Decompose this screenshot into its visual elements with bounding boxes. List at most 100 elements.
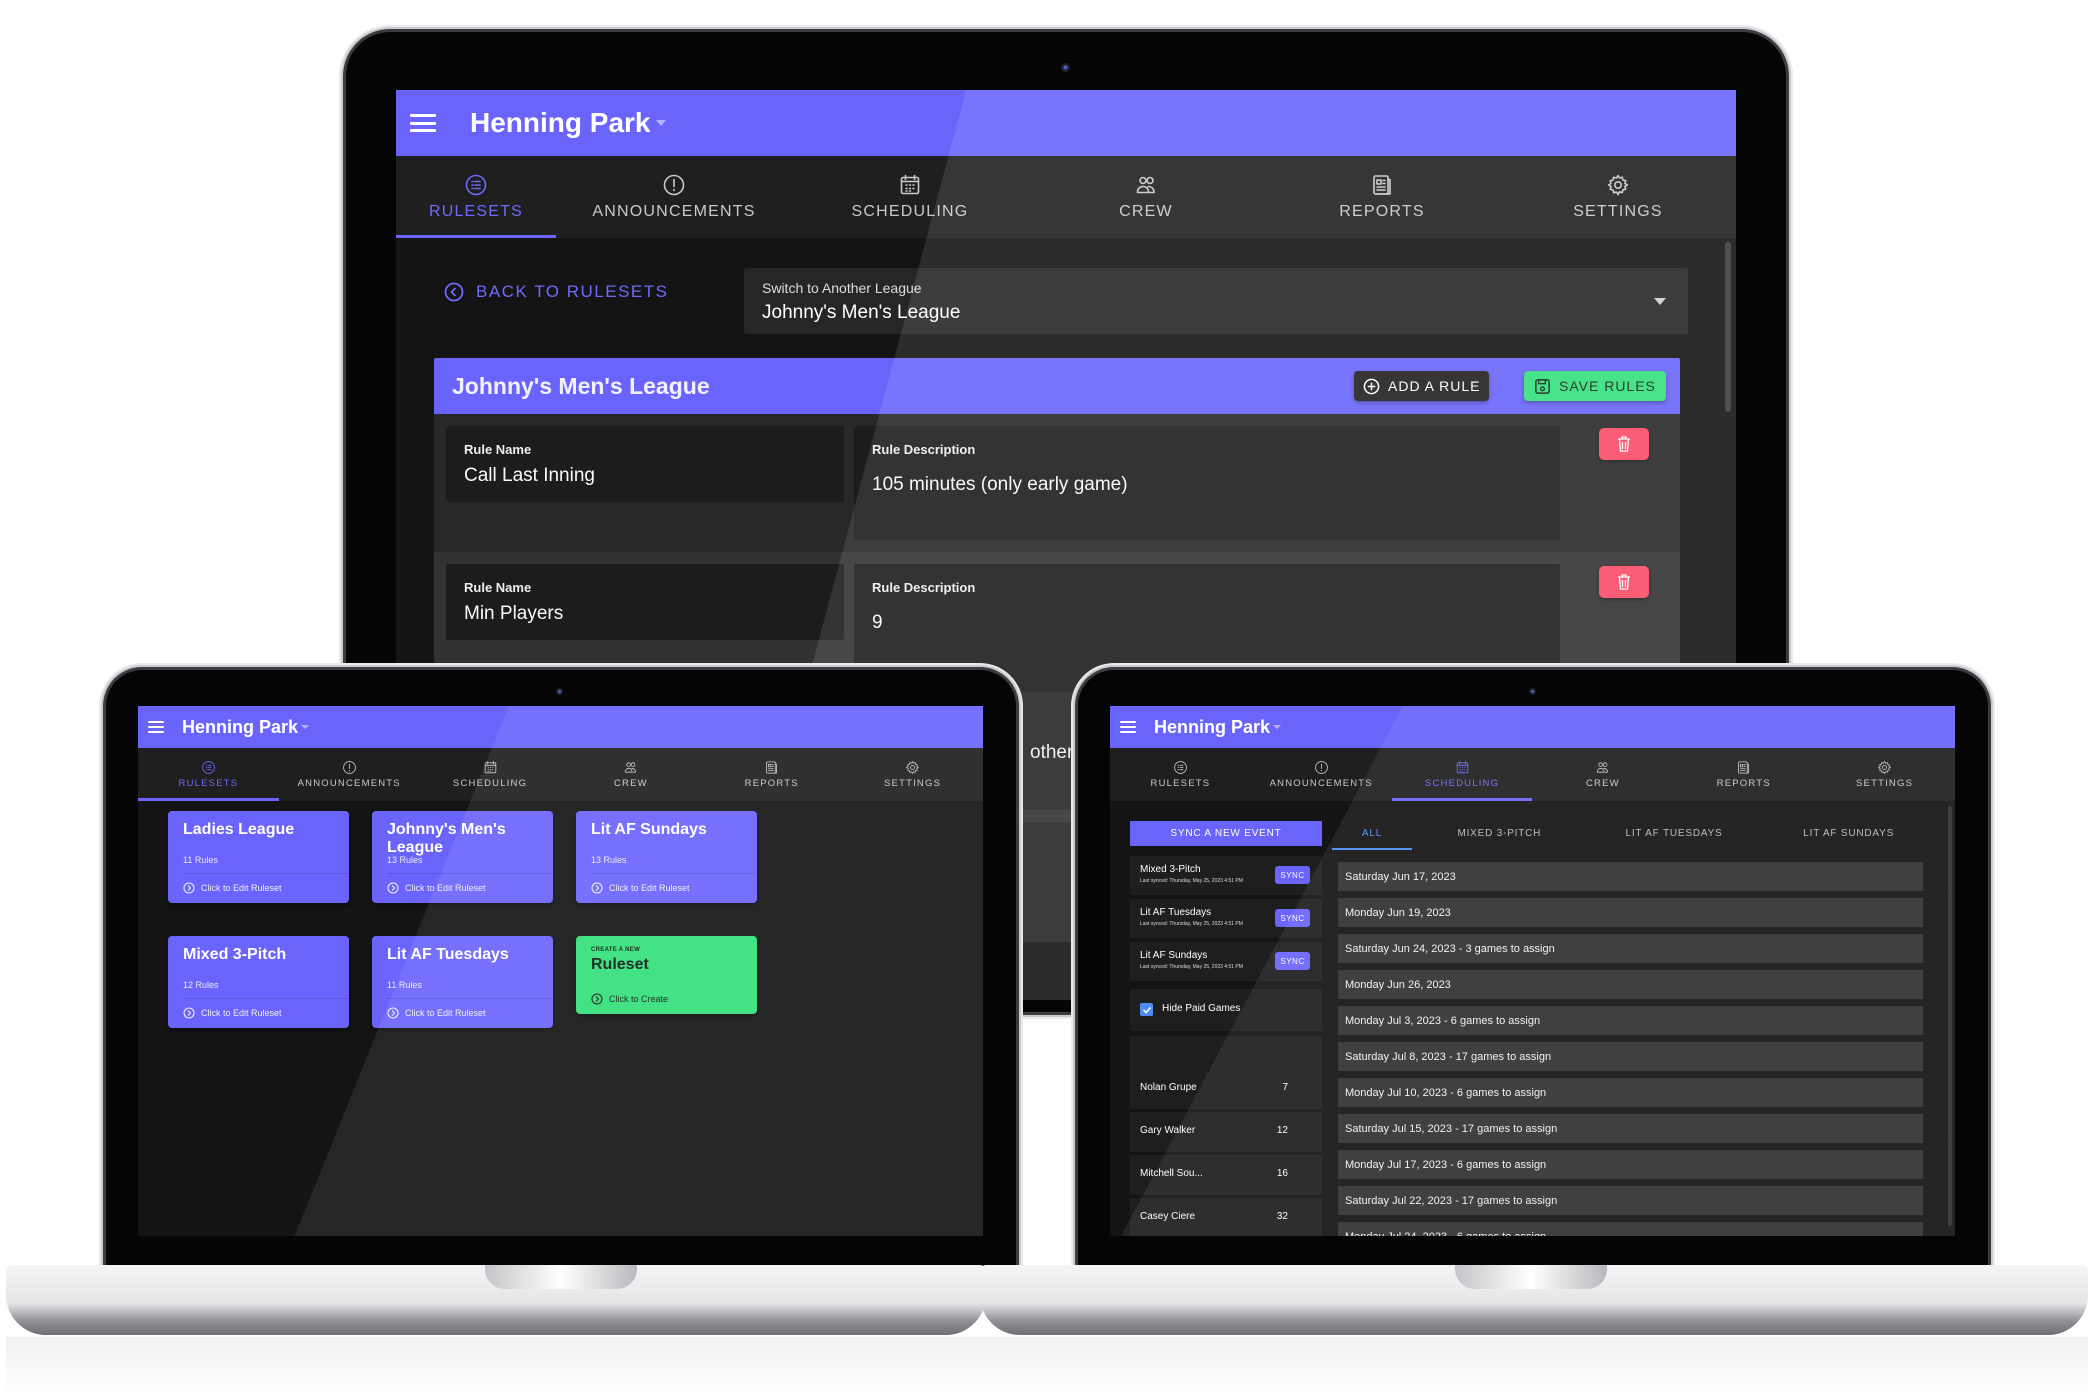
tab-rulesets[interactable]: RULESETS bbox=[138, 748, 279, 801]
tab-rulesets[interactable]: RULESETS bbox=[396, 156, 556, 238]
tab-label: REPORTS bbox=[1339, 203, 1425, 220]
filter-tab-mixed-3-pitch[interactable]: MIXED 3-PITCH bbox=[1412, 820, 1587, 850]
save-rules-button[interactable]: SAVE RULES bbox=[1524, 371, 1666, 401]
back-to-rulesets-link[interactable]: BACK TO RULESETS bbox=[444, 282, 668, 302]
edit-ruleset-link[interactable]: Click to Edit Ruleset bbox=[183, 1007, 282, 1019]
filter-tab-lit-af-sundays[interactable]: LIT AF SUNDAYS bbox=[1761, 820, 1936, 850]
tab-label: REPORTS bbox=[744, 778, 799, 789]
tab-scheduling[interactable]: SCHEDULING bbox=[1391, 748, 1533, 801]
league-title: Johnny's Men's League bbox=[452, 372, 710, 399]
venue-switcher[interactable]: Henning Park bbox=[470, 107, 667, 139]
tab-rulesets[interactable]: RULESETS bbox=[1110, 748, 1251, 801]
add-rule-button[interactable]: ADD A RULE bbox=[1354, 371, 1490, 401]
schedule-date-row[interactable]: Saturday Jul 15, 2023 - 17 games to assi… bbox=[1338, 1114, 1923, 1143]
schedule-date-row[interactable]: Monday Jul 10, 2023 - 6 games to assign bbox=[1338, 1078, 1923, 1107]
sync-new-event-button[interactable]: SYNC A NEW EVENT bbox=[1130, 821, 1322, 846]
schedule-date-row[interactable]: Saturday Jul 22, 2023 - 17 games to assi… bbox=[1338, 1186, 1923, 1215]
tab-crew[interactable]: CREW bbox=[560, 748, 701, 801]
sync-button[interactable]: SYNC bbox=[1275, 952, 1310, 970]
event-name: Lit AF Tuesdays bbox=[1140, 907, 1212, 918]
people-icon bbox=[625, 762, 637, 773]
add-rule-label: ADD A RULE bbox=[1388, 378, 1481, 394]
sync-label: SYNC bbox=[1280, 913, 1305, 923]
menu-icon[interactable] bbox=[410, 114, 436, 132]
delete-rule-button[interactable] bbox=[1599, 428, 1649, 460]
right-laptop-notch bbox=[1455, 1265, 1607, 1289]
scrollbar[interactable] bbox=[1948, 806, 1952, 1226]
tab-announcements[interactable]: ANNOUNCEMENTS bbox=[1251, 748, 1392, 801]
left-laptop-camera bbox=[556, 688, 563, 695]
delete-rule-button[interactable] bbox=[1599, 566, 1649, 598]
rule-name-field[interactable]: Rule Name Min Players bbox=[446, 564, 844, 640]
ruleset-card[interactable]: Mixed 3-Pitch 12 Rules Click to Edit Rul… bbox=[168, 936, 349, 1028]
tab-scheduling[interactable]: SCHEDULING bbox=[792, 156, 1028, 238]
edit-ruleset-link[interactable]: Click to Edit Ruleset bbox=[183, 882, 282, 894]
gear-icon bbox=[906, 761, 919, 774]
schedule-date-row[interactable]: Monday Jul 3, 2023 - 6 games to assign bbox=[1338, 1006, 1923, 1035]
ruleset-count: 11 Rules bbox=[387, 980, 422, 990]
create-ruleset-card[interactable]: CREATE A NEW Ruleset Click to Create bbox=[576, 936, 757, 1014]
schedule-date-row[interactable]: Monday Jun 19, 2023 bbox=[1338, 898, 1923, 927]
tab-crew[interactable]: CREW bbox=[1028, 156, 1264, 238]
tab-announcements[interactable]: ANNOUNCEMENTS bbox=[556, 156, 792, 238]
schedule-date-row[interactable]: Saturday Jun 17, 2023 bbox=[1338, 862, 1923, 891]
create-ruleset-label: Click to Create bbox=[609, 994, 669, 1004]
chevron-down-icon bbox=[301, 725, 310, 729]
tab-scheduling[interactable]: SCHEDULING bbox=[420, 748, 561, 801]
menu-icon[interactable] bbox=[1120, 721, 1136, 733]
people-icon bbox=[1597, 762, 1609, 773]
filter-tab-lit-af-tuesdays[interactable]: LIT AF TUESDAYS bbox=[1587, 820, 1762, 850]
sync-button[interactable]: SYNC bbox=[1275, 866, 1310, 884]
ruleset-card[interactable]: Lit AF Tuesdays 11 Rules Click to Edit R… bbox=[372, 936, 553, 1028]
menu-icon[interactable] bbox=[148, 721, 164, 733]
chevron-left-circle-icon bbox=[444, 282, 464, 302]
hide-paid-games-toggle[interactable]: Hide Paid Games bbox=[1130, 989, 1322, 1031]
tab-crew[interactable]: CREW bbox=[1532, 748, 1673, 801]
newspaper-icon bbox=[766, 761, 778, 774]
tab-settings[interactable]: SETTINGS bbox=[842, 748, 983, 801]
crew-member-row[interactable]: Casey Ciere 32 bbox=[1130, 1198, 1322, 1236]
crew-member-row[interactable]: Gary Walker 12 bbox=[1130, 1112, 1322, 1152]
schedule-date-row[interactable]: Saturday Jul 8, 2023 - 17 games to assig… bbox=[1338, 1042, 1923, 1071]
crew-member-count: 16 bbox=[1276, 1168, 1288, 1179]
rulesets-app: Henning Park RULESETS ANNOUNCEMENTS SCHEDU… bbox=[138, 706, 983, 1236]
scrollbar[interactable] bbox=[1725, 242, 1731, 412]
gear-icon bbox=[1607, 174, 1629, 196]
edit-ruleset-link[interactable]: Click to Edit Ruleset bbox=[591, 882, 690, 894]
tab-settings[interactable]: SETTINGS bbox=[1500, 156, 1736, 238]
schedule-date-row[interactable]: Monday Jun 26, 2023 bbox=[1338, 970, 1923, 999]
edit-ruleset-link[interactable]: Click to Edit Ruleset bbox=[387, 1007, 486, 1019]
create-ruleset-link[interactable]: Click to Create bbox=[591, 993, 668, 1005]
calendar-icon bbox=[1456, 761, 1468, 774]
ruleset-card[interactable]: Ladies League 11 Rules Click to Edit Rul… bbox=[168, 811, 349, 903]
tab-reports[interactable]: REPORTS bbox=[701, 748, 842, 801]
rule-description-field[interactable]: Rule Description 105 minutes (only early… bbox=[854, 426, 1560, 540]
crew-member-row[interactable]: Nolan Grupe 7 bbox=[1130, 1069, 1322, 1109]
ruleset-card[interactable]: Johnny's Men's League 13 Rules Click to … bbox=[372, 811, 553, 903]
schedule-date-row[interactable]: Monday Jul 24, 2023 - 6 games to assign bbox=[1338, 1222, 1923, 1236]
synced-event-item: Lit AF Sundays Last synced: Thursday, Ma… bbox=[1130, 942, 1322, 981]
league-card-header: Johnny's Men's League ADD A RULE SAVE RU… bbox=[434, 358, 1680, 414]
tab-label: SETTINGS bbox=[1856, 778, 1914, 789]
event-last-synced: Last synced: Thursday, May 25, 2023 4:51… bbox=[1140, 878, 1243, 884]
tab-reports[interactable]: REPORTS bbox=[1264, 156, 1500, 238]
schedule-date-row[interactable]: Monday Jul 17, 2023 - 6 games to assign bbox=[1338, 1150, 1923, 1179]
venue-switcher[interactable]: Henning Park bbox=[182, 717, 310, 738]
league-select[interactable]: Switch to Another League Johnny's Men's … bbox=[744, 268, 1688, 334]
venue-switcher[interactable]: Henning Park bbox=[1154, 717, 1282, 738]
sync-button[interactable]: SYNC bbox=[1275, 909, 1310, 927]
synced-event-item: Lit AF Tuesdays Last synced: Thursday, M… bbox=[1130, 899, 1322, 938]
filter-tab-all[interactable]: ALL bbox=[1332, 820, 1412, 850]
crew-member-row[interactable]: Mitchell Sou... 16 bbox=[1130, 1155, 1322, 1195]
tab-announcements[interactable]: ANNOUNCEMENTS bbox=[279, 748, 420, 801]
edit-ruleset-link[interactable]: Click to Edit Ruleset bbox=[387, 882, 486, 894]
tab-settings[interactable]: SETTINGS bbox=[1814, 748, 1955, 801]
tab-label: SCHEDULING bbox=[452, 778, 528, 789]
ruleset-count: 12 Rules bbox=[183, 980, 219, 990]
ruleset-card[interactable]: Lit AF Sundays 13 Rules Click to Edit Ru… bbox=[576, 811, 757, 903]
tab-label: ANNOUNCEMENTS bbox=[297, 778, 401, 789]
rule-name-field[interactable]: Rule Name Call Last Inning bbox=[446, 426, 844, 502]
crew-member-count: 7 bbox=[1282, 1082, 1288, 1093]
schedule-date-row[interactable]: Saturday Jun 24, 2023 - 3 games to assig… bbox=[1338, 934, 1923, 963]
tab-reports[interactable]: REPORTS bbox=[1673, 748, 1814, 801]
